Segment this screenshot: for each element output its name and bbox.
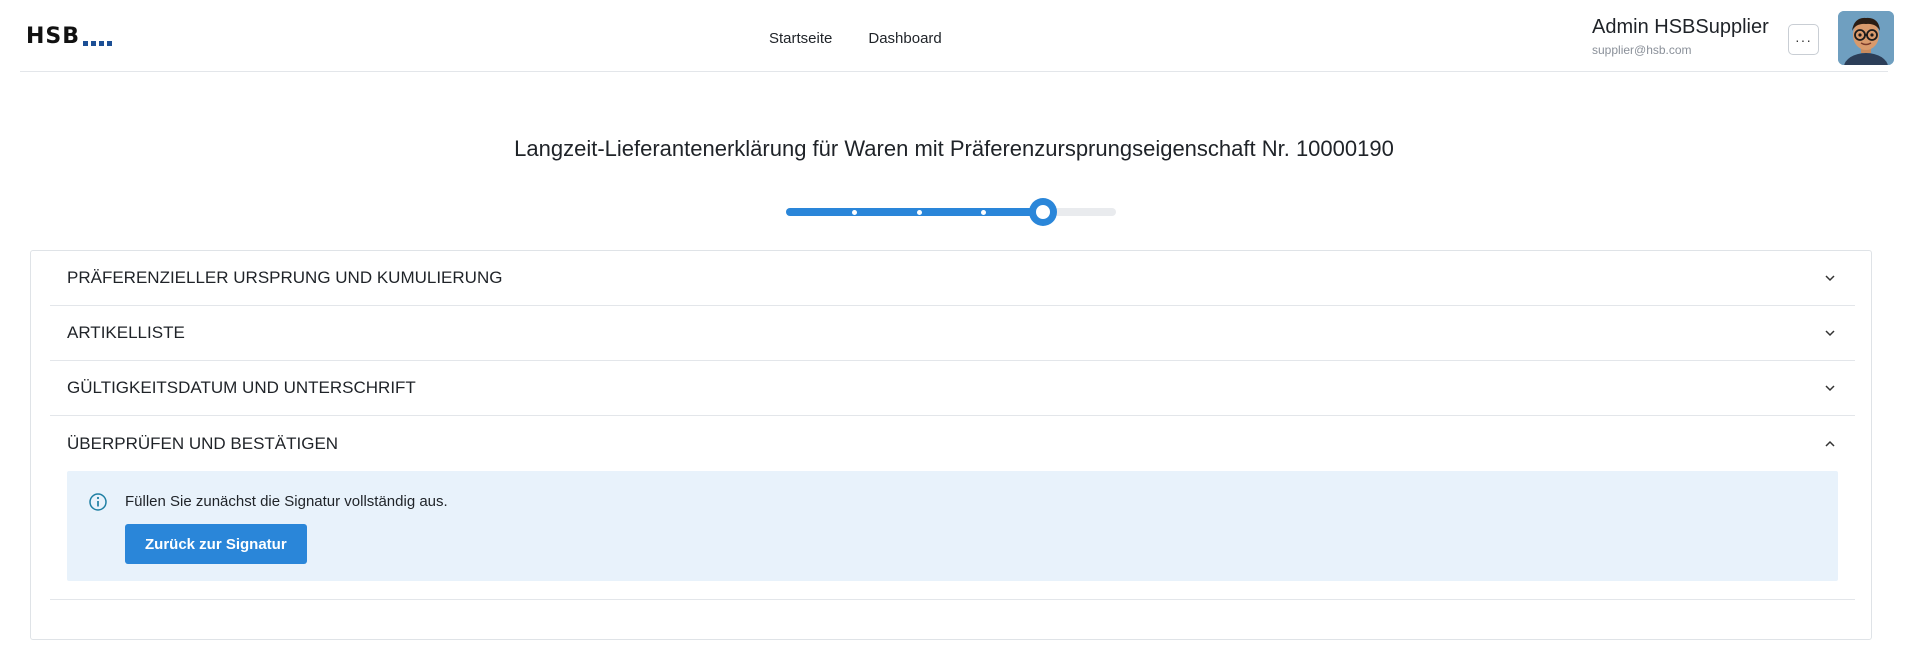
user-info: Admin HSBSupplier supplier@hsb.com bbox=[1592, 15, 1769, 57]
page-title: Langzeit-Lieferantenerklärung für Waren … bbox=[514, 136, 1394, 161]
stepper-progress-fill bbox=[786, 208, 1043, 216]
chevron-down-icon bbox=[1825, 330, 1835, 337]
chevron-down-icon bbox=[1825, 385, 1835, 392]
stepper-step-dot[interactable] bbox=[981, 210, 986, 215]
hsb-logo[interactable]: HSB bbox=[26, 24, 113, 49]
accordion-item-ueberpruefen[interactable]: ÜBERPRÜFEN UND BESTÄTIGEN bbox=[50, 416, 1855, 471]
user-name: Admin HSBSupplier bbox=[1592, 16, 1769, 38]
info-message: Füllen Sie zunächst die Signatur vollstä… bbox=[125, 493, 448, 510]
accordion-item-praeferenzieller-ursprung[interactable]: PRÄFERENZIELLER URSPRUNG UND KUMULIERUNG bbox=[50, 251, 1855, 306]
nav-link-dashboard[interactable]: Dashboard bbox=[868, 30, 941, 47]
user-email: supplier@hsb.com bbox=[1592, 43, 1692, 57]
chevron-down-icon bbox=[1825, 275, 1835, 282]
accordion-item-label: PRÄFERENZIELLER URSPRUNG UND KUMULIERUNG bbox=[67, 268, 503, 287]
logo-text: HSB bbox=[26, 24, 81, 49]
top-header: HSB Startseite Dashboard Admin HSBSuppli… bbox=[20, 0, 1894, 72]
accordion-item-label: ÜBERPRÜFEN UND BESTÄTIGEN bbox=[67, 433, 339, 453]
stepper-step-dot[interactable] bbox=[852, 210, 857, 215]
info-alert: Füllen Sie zunächst die Signatur vollstä… bbox=[67, 471, 1838, 581]
logo-dots-icon bbox=[83, 41, 113, 46]
form-card: PRÄFERENZIELLER URSPRUNG UND KUMULIERUNG… bbox=[30, 250, 1872, 640]
stepper-step-dot[interactable] bbox=[917, 210, 922, 215]
avatar-icon bbox=[1838, 11, 1894, 65]
accordion-item-artikelliste[interactable]: ARTIKELLISTE bbox=[50, 306, 1855, 361]
info-icon bbox=[89, 493, 107, 511]
back-to-signature-button[interactable]: Zurück zur Signatur bbox=[125, 524, 307, 564]
nav-link-startseite[interactable]: Startseite bbox=[769, 30, 832, 47]
main-nav: Startseite Dashboard bbox=[769, 30, 942, 47]
avatar[interactable] bbox=[1838, 11, 1894, 65]
more-horizontal-icon: ··· bbox=[1795, 31, 1812, 48]
stepper-current-step-handle[interactable] bbox=[1029, 198, 1057, 226]
progress-stepper[interactable] bbox=[786, 198, 1116, 226]
accordion-item-label: ARTIKELLISTE bbox=[67, 323, 185, 342]
accordion: PRÄFERENZIELLER URSPRUNG UND KUMULIERUNG… bbox=[50, 251, 1855, 600]
accordion-item-label: GÜLTIGKEITSDATUM UND UNTERSCHRIFT bbox=[67, 378, 416, 397]
accordion-item-gueltigkeitsdatum[interactable]: GÜLTIGKEITSDATUM UND UNTERSCHRIFT bbox=[50, 361, 1855, 416]
more-options-button[interactable]: ··· bbox=[1788, 24, 1819, 55]
chevron-up-icon bbox=[1825, 440, 1835, 447]
accordion-panel-review: Füllen Sie zunächst die Signatur vollstä… bbox=[50, 471, 1855, 600]
